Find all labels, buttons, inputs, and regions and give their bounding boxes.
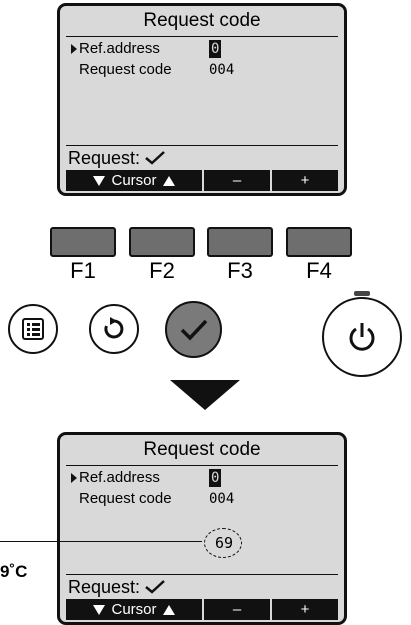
f3-label: F3 xyxy=(227,258,253,283)
up-arrow-icon xyxy=(162,604,175,615)
up-arrow-icon xyxy=(162,175,175,186)
request-text: Request: xyxy=(68,577,141,597)
ref-address-value[interactable]: 0 xyxy=(209,40,222,58)
ref-address-label: Ref.address xyxy=(79,40,160,57)
ref-address-label: Ref.address xyxy=(79,469,160,486)
bottom-divider xyxy=(66,145,338,146)
menu-button[interactable] xyxy=(8,304,58,354)
f1-label: F1 xyxy=(70,258,96,283)
f4-label: F4 xyxy=(306,258,332,283)
down-arrow-icon xyxy=(93,175,106,186)
power-icon xyxy=(349,323,375,351)
return-icon xyxy=(104,317,124,339)
fbar-minus: – xyxy=(202,170,270,191)
screen-title: Request code xyxy=(143,439,261,460)
cursor-label: Cursor xyxy=(111,601,157,618)
title-divider xyxy=(66,465,338,466)
return-button[interactable] xyxy=(89,304,139,354)
function-bar: Cursor – + xyxy=(66,170,338,191)
title-divider xyxy=(66,36,338,37)
down-arrow-icon xyxy=(93,604,106,615)
request-code-value: 004 xyxy=(209,62,235,78)
row-cursor-icon xyxy=(71,44,77,54)
f3-button[interactable] xyxy=(207,227,273,257)
f2-label: F2 xyxy=(149,258,175,283)
fbar-plus: + xyxy=(270,170,338,191)
confirm-button[interactable] xyxy=(165,301,222,358)
fbar-minus: – xyxy=(202,599,270,620)
ref-address-value[interactable]: 0 xyxy=(209,469,222,487)
request-code-value: 004 xyxy=(209,491,235,507)
lcd-screen-top: Request code Ref.address 0 Request code … xyxy=(57,3,347,196)
result-code: 69 xyxy=(215,534,234,552)
bottom-divider xyxy=(66,574,338,575)
callout-line xyxy=(0,541,202,542)
callout-label: 9˚C xyxy=(0,562,28,581)
request-code-label: Request code xyxy=(79,490,172,507)
screen-title: Request code xyxy=(143,10,261,31)
check-icon xyxy=(145,580,165,594)
request-code-label: Request code xyxy=(79,61,172,78)
f2-button[interactable] xyxy=(129,227,195,257)
request-text: Request: xyxy=(68,148,141,168)
function-bar: Cursor – + xyxy=(66,599,338,620)
f1-button[interactable] xyxy=(50,227,116,257)
lcd-screen-bottom: Request code Ref.address 0 Request code … xyxy=(57,432,347,625)
request-label: Request: xyxy=(68,147,166,169)
row-cursor-icon xyxy=(71,473,77,483)
cursor-label: Cursor xyxy=(111,172,157,189)
check-icon xyxy=(145,151,165,165)
menu-icon xyxy=(22,318,44,340)
transition-arrow-icon xyxy=(170,380,240,410)
fbar-cursor: Cursor xyxy=(66,170,202,191)
f4-button[interactable] xyxy=(286,227,352,257)
power-led xyxy=(354,291,370,296)
check-icon xyxy=(180,319,207,341)
power-button[interactable] xyxy=(322,297,402,377)
request-label: Request: xyxy=(68,576,166,598)
fbar-cursor: Cursor xyxy=(66,599,202,620)
fbar-plus: + xyxy=(270,599,338,620)
